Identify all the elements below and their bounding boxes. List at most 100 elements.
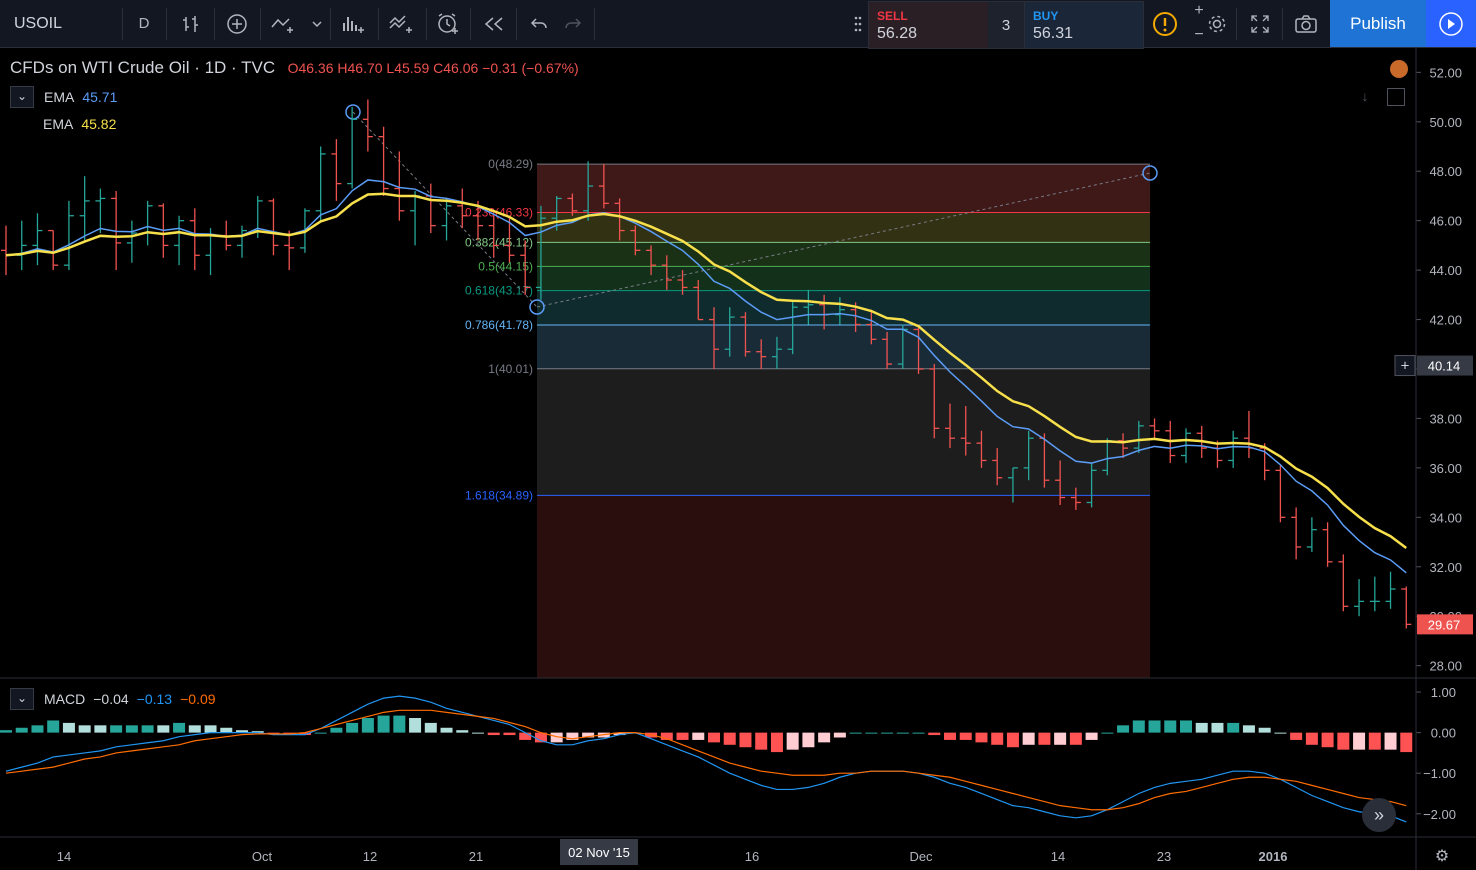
macd-histogram-bar	[424, 722, 437, 733]
macd-histogram-bar	[188, 725, 201, 733]
indicators-icon[interactable]	[334, 0, 374, 47]
macd-histogram-bar	[865, 732, 878, 734]
ema-value: 45.71	[82, 89, 118, 105]
replay-icon[interactable]	[476, 0, 512, 47]
templates-icon[interactable]	[382, 0, 422, 47]
ohlc-bar	[1322, 522, 1333, 567]
sell-button[interactable]: SELL 56.28	[868, 1, 990, 49]
maximize-icon[interactable]	[1387, 88, 1405, 106]
macd-histogram-bar	[1305, 732, 1318, 745]
ohlc-bar	[284, 230, 295, 271]
fib-level-label: 0(48.29)	[488, 157, 533, 171]
interval-button[interactable]: D	[128, 0, 160, 47]
ohlc-bar	[347, 106, 358, 189]
symbol-search[interactable]: USOIL	[14, 0, 114, 47]
ema-legend-1[interactable]: ⌄ EMA 45.71	[10, 86, 117, 108]
macd-histogram-bar	[1337, 732, 1350, 750]
undo-icon[interactable]	[522, 0, 556, 47]
macd-histogram-bar	[975, 732, 988, 743]
time-label: 14	[57, 849, 71, 864]
ohlc-bar	[95, 188, 106, 234]
chevron-down-icon[interactable]	[308, 0, 326, 47]
redo-icon[interactable]	[556, 0, 590, 47]
info-icon[interactable]	[1146, 0, 1184, 47]
ohlc-bar	[79, 176, 90, 241]
play-icon[interactable]	[1426, 0, 1476, 47]
camera-icon[interactable]	[1288, 0, 1324, 47]
buy-button[interactable]: BUY 56.31	[1024, 1, 1144, 49]
time-axis[interactable]: 14 Oct 12 21 16 Dec 14 23 2016 02 Nov '15	[57, 839, 1288, 865]
fib-band	[537, 368, 1150, 496]
macd-histogram-bar	[833, 732, 846, 738]
macd-histogram-bar	[676, 732, 689, 740]
ohlc-bar	[1338, 554, 1349, 612]
macd-histogram-bar	[78, 725, 91, 733]
macd-histogram-bar	[1211, 722, 1224, 733]
fib-band	[537, 242, 1150, 267]
macd-histogram-bar	[1227, 722, 1240, 733]
macd-histogram-bar	[47, 720, 60, 733]
quantity-field[interactable]: 3	[988, 1, 1024, 49]
buy-label: BUY	[1033, 9, 1059, 23]
alert-badge-icon[interactable]	[1390, 60, 1408, 78]
macd-histogram-bar	[377, 715, 390, 733]
fullscreen-icon[interactable]	[1242, 0, 1278, 47]
ema-value: 45.82	[81, 116, 117, 132]
collapse-chevron-icon[interactable]: ⌄	[10, 688, 34, 710]
buy-price: 56.31	[1033, 25, 1074, 42]
ohlc-bar	[1385, 571, 1396, 609]
ohlc-bar	[268, 198, 279, 256]
macd-histogram-bar	[1101, 732, 1114, 734]
ohlc-bar	[1243, 411, 1254, 458]
publish-button[interactable]: Publish	[1330, 0, 1426, 47]
time-label: 12	[363, 849, 377, 864]
alert-icon[interactable]	[430, 0, 466, 47]
scroll-right-icon[interactable]: »	[1362, 798, 1396, 832]
macd-histogram-bar	[1022, 732, 1035, 745]
ohlc-bar	[1, 225, 11, 276]
price-tick-label: 52.00	[1429, 65, 1462, 80]
macd-legend[interactable]: ⌄ MACD −0.04 −0.13 −0.09	[10, 688, 216, 710]
macd-tick-label: −2.00	[1423, 807, 1456, 822]
macd-histogram-bar	[896, 732, 909, 734]
ohlc-bar	[174, 215, 185, 266]
crosshair-plus: +	[1401, 358, 1410, 375]
macd-label: MACD	[44, 691, 86, 707]
settings-icon[interactable]	[1206, 0, 1228, 47]
bar-style-icon[interactable]	[172, 0, 210, 47]
chart-settings-icon[interactable]: ⚙	[1432, 846, 1452, 866]
macd-histogram-bar	[456, 730, 469, 733]
ema-label: EMA	[44, 89, 75, 105]
time-label: 16	[745, 849, 759, 864]
macd-histogram-bar	[1006, 732, 1019, 748]
price-tick-label: 36.00	[1429, 461, 1462, 476]
price-tick-label: 34.00	[1429, 510, 1462, 525]
macd-tick-label: 0.00	[1431, 726, 1456, 741]
price-axis[interactable]: 52.0050.0048.0046.0044.0042.0040.0038.00…	[1394, 65, 1473, 822]
add-indicator-icon[interactable]	[218, 0, 256, 47]
toolbar-divider	[426, 8, 427, 40]
price-chart[interactable]: 0(48.29)0.236(46.33)0.382(45.12)0.5(44.1…	[0, 47, 1476, 870]
drag-handle-icon[interactable]	[850, 0, 866, 47]
price-tick-label: 48.00	[1429, 164, 1462, 179]
fib-level-label: 0.382(45.12)	[465, 235, 533, 249]
time-label: Oct	[252, 849, 273, 864]
last-price-label: 29.67	[1428, 617, 1461, 632]
time-label: Dec	[909, 849, 933, 864]
ema-legend-2[interactable]: EMA 45.82	[43, 116, 116, 132]
ohlc-bar	[1306, 517, 1317, 552]
toolbar-divider	[516, 8, 517, 40]
collapse-chevron-icon[interactable]: ⌄	[10, 86, 34, 108]
compare-icon[interactable]	[264, 0, 304, 47]
macd-histogram-bar	[802, 732, 815, 748]
price-tick-label: 42.00	[1429, 313, 1462, 328]
macd-histogram-bar	[1384, 732, 1397, 750]
macd-histogram-bar	[818, 732, 831, 743]
macd-histogram-bar	[1353, 732, 1366, 750]
macd-value: −0.04	[93, 691, 129, 707]
fib-retracement[interactable]: 0(48.29)0.236(46.33)0.382(45.12)0.5(44.1…	[345, 104, 1158, 678]
ohlc-bar	[315, 146, 326, 221]
ohlc-bar	[410, 191, 421, 246]
download-icon[interactable]: ↓	[1356, 88, 1374, 106]
crosshair-price-label: 40.14	[1428, 359, 1461, 374]
